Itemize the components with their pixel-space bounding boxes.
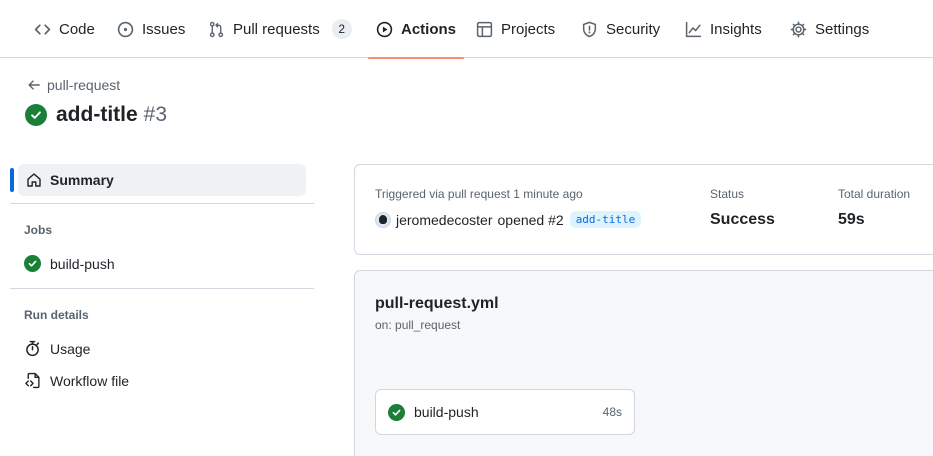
play-icon <box>376 21 393 37</box>
active-indicator <box>10 168 14 192</box>
trigger-label: Triggered via pull request 1 minute ago <box>375 187 583 201</box>
workflow-trigger: on: pull_request <box>375 318 461 332</box>
workflow-graph-panel: pull-request.yml on: pull_request build-… <box>354 270 933 456</box>
home-icon <box>27 173 41 187</box>
trigger-details: jeromedecoster opened #2 add-title <box>375 211 642 228</box>
page-title: add-title #3 <box>25 103 167 127</box>
job-duration: 48s <box>602 405 622 419</box>
pull-request-count: 2 <box>331 19 352 39</box>
back-link[interactable]: pull-request <box>27 77 120 93</box>
tab-projects[interactable]: Projects <box>476 0 555 58</box>
code-icon <box>34 23 51 35</box>
tab-label: Insights <box>710 20 762 38</box>
run-summary-panel: Triggered via pull request 1 minute ago … <box>354 164 933 255</box>
sidebar-item-label: build-push <box>50 255 115 272</box>
sidebar-item-workflow-file[interactable]: Workflow file <box>24 372 129 389</box>
sidebar-item-summary[interactable]: Summary <box>18 164 306 196</box>
stopwatch-icon <box>26 340 40 357</box>
tab-label: Actions <box>401 20 457 38</box>
status-value: Success <box>710 211 775 228</box>
tab-security[interactable]: Security <box>581 0 660 58</box>
tab-label: Settings <box>815 20 870 38</box>
repo-nav: Code Issues Pull requests 2 Actions Proj… <box>0 0 933 59</box>
sidebar-item-label: Summary <box>50 172 114 188</box>
tab-code[interactable]: Code <box>34 0 95 58</box>
sidebar-item-usage[interactable]: Usage <box>24 340 90 357</box>
trigger-action[interactable]: opened #2 <box>498 212 564 228</box>
duration-label: Total duration <box>838 187 911 201</box>
tab-settings[interactable]: Settings <box>790 0 869 58</box>
branch-badge[interactable]: add-title <box>569 211 642 228</box>
file-code-icon <box>25 372 40 389</box>
sidebar-item-job-build-push[interactable]: build-push <box>24 255 115 272</box>
divider <box>10 288 314 289</box>
divider <box>10 203 314 204</box>
sidebar-item-label: Workflow file <box>50 372 130 389</box>
jobs-heading: Jobs <box>24 223 53 237</box>
tab-actions[interactable]: Actions <box>367 0 465 59</box>
job-name: build-push <box>414 404 479 420</box>
tab-pull-requests[interactable]: Pull requests 2 <box>208 0 352 58</box>
arrow-left-icon <box>28 80 40 90</box>
tab-label: Issues <box>142 20 186 38</box>
tab-insights[interactable]: Insights <box>685 0 762 58</box>
workflow-name-link[interactable]: pull-request <box>47 77 120 93</box>
check-circle-icon <box>25 104 47 126</box>
sidebar-item-label: Usage <box>50 340 91 357</box>
avatar[interactable] <box>375 211 391 228</box>
check-circle-icon <box>388 403 405 421</box>
graph-icon <box>685 21 702 37</box>
gear-icon <box>790 21 807 37</box>
tab-label: Code <box>59 20 95 38</box>
issue-opened-icon <box>117 21 134 37</box>
tab-label: Pull requests <box>233 20 320 38</box>
job-card-build-push[interactable]: build-push 48s <box>375 389 635 435</box>
shield-icon <box>582 21 597 37</box>
tab-label: Projects <box>501 20 556 38</box>
duration-value: 59s <box>838 211 865 228</box>
git-pull-request-icon <box>209 21 224 37</box>
tab-issues[interactable]: Issues <box>117 0 185 58</box>
tab-label: Security <box>606 20 661 38</box>
workflow-file-name[interactable]: pull-request.yml <box>375 295 499 313</box>
run-details-heading: Run details <box>24 308 89 322</box>
status-label: Status <box>710 187 745 201</box>
run-name: add-title <box>56 103 138 126</box>
actor-link[interactable]: jeromedecoster <box>396 212 493 228</box>
table-icon <box>476 21 493 37</box>
run-number: #3 <box>143 103 168 126</box>
check-circle-icon <box>24 255 41 272</box>
